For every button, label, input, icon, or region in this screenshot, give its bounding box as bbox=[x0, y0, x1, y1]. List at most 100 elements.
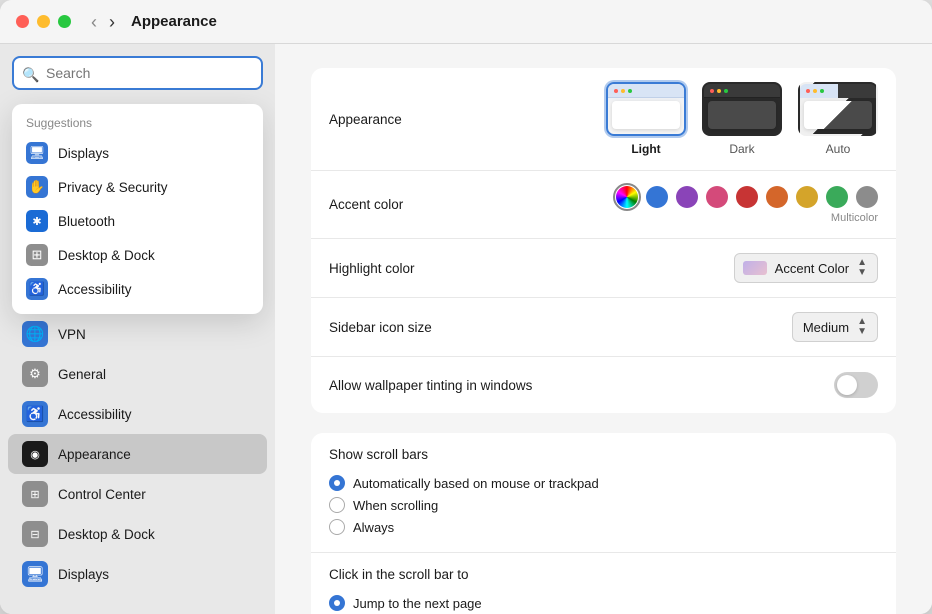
suggestion-label-desktop: Desktop & Dock bbox=[58, 248, 155, 263]
appearance-option-dark[interactable]: Dark bbox=[702, 82, 782, 156]
appearance-thumb-light bbox=[606, 82, 686, 136]
accent-yellow[interactable] bbox=[796, 186, 818, 208]
color-row bbox=[616, 186, 878, 208]
appearance-thumb-dark bbox=[702, 82, 782, 136]
minimize-button[interactable] bbox=[37, 15, 50, 28]
appearance-label-light: Light bbox=[631, 142, 660, 156]
show-scroll-bars-group: Show scroll bars Automatically based on … bbox=[311, 433, 896, 553]
sidebar-icon-size-control: Medium ▲ ▼ bbox=[529, 312, 878, 342]
sidebar-item-control-center[interactable]: ⊞ Control Center bbox=[8, 474, 267, 514]
radio-scrolling-circle bbox=[329, 497, 345, 513]
control-center-icon: ⊞ bbox=[22, 481, 48, 507]
appearance-icon: ◉ bbox=[22, 441, 48, 467]
radio-always[interactable]: Always bbox=[329, 516, 878, 538]
accent-orange[interactable] bbox=[766, 186, 788, 208]
sidebar-size-stepper-icon: ▲ ▼ bbox=[857, 317, 867, 337]
sidebar-icon-size-row: Sidebar icon size Medium ▲ ▼ bbox=[311, 298, 896, 357]
suggestion-item-accessibility[interactable]: ♿ Accessibility bbox=[12, 272, 263, 306]
highlight-stepper-icon: ▲ ▼ bbox=[857, 258, 867, 278]
page-title: Appearance bbox=[131, 13, 217, 30]
appearance-option-auto[interactable]: Auto bbox=[798, 82, 878, 156]
scroll-section: Show scroll bars Automatically based on … bbox=[311, 433, 896, 614]
sidebar-item-appearance[interactable]: ◉ Appearance bbox=[8, 434, 267, 474]
sidebar-item-label-displays: Displays bbox=[58, 567, 109, 582]
maximize-button[interactable] bbox=[58, 15, 71, 28]
sidebar-item-vpn[interactable]: 🌐 VPN bbox=[8, 314, 267, 354]
sidebar-item-label-appearance: Appearance bbox=[58, 447, 131, 462]
close-button[interactable] bbox=[16, 15, 29, 28]
radio-scrolling[interactable]: When scrolling bbox=[329, 494, 878, 516]
sidebar-item-desktop-dock[interactable]: ⊟ Desktop & Dock bbox=[8, 514, 267, 554]
suggestion-label-displays: Displays bbox=[58, 146, 109, 161]
suggestion-label-bluetooth: Bluetooth bbox=[58, 214, 115, 229]
accent-colors: Multicolor bbox=[616, 186, 878, 224]
accent-purple[interactable] bbox=[676, 186, 698, 208]
radio-auto-circle bbox=[329, 475, 345, 491]
highlight-color-picker[interactable]: Accent Color ▲ ▼ bbox=[734, 253, 878, 283]
appearance-option-light[interactable]: Light bbox=[606, 82, 686, 156]
radio-jump-page-circle bbox=[329, 595, 345, 611]
right-panel: Appearance bbox=[275, 44, 932, 614]
accent-red[interactable] bbox=[736, 186, 758, 208]
forward-button[interactable]: › bbox=[105, 11, 119, 33]
suggestion-item-displays[interactable]: 🖥 Displays bbox=[12, 136, 263, 170]
radio-auto[interactable]: Automatically based on mouse or trackpad bbox=[329, 472, 878, 494]
suggestion-icon-desktop: ⊞ bbox=[26, 244, 48, 266]
accent-graphite[interactable] bbox=[856, 186, 878, 208]
sidebar-item-label-control-center: Control Center bbox=[58, 487, 146, 502]
sidebar-item-general[interactable]: ⚙ General bbox=[8, 354, 267, 394]
accent-color-row: Accent color bbox=[311, 171, 896, 239]
appearance-thumb-auto bbox=[798, 82, 878, 136]
appearance-section: Appearance bbox=[311, 68, 896, 413]
suggestion-label-accessibility: Accessibility bbox=[58, 282, 132, 297]
sidebar-item-label-general: General bbox=[58, 367, 106, 382]
highlight-color-row: Highlight color Accent Color ▲ ▼ bbox=[311, 239, 896, 298]
suggestion-icon-displays: 🖥 bbox=[26, 142, 48, 164]
appearance-label-dark: Dark bbox=[729, 142, 754, 156]
accent-multicolor[interactable] bbox=[616, 186, 638, 208]
displays-icon: 🖥 bbox=[22, 561, 48, 587]
general-icon: ⚙ bbox=[22, 361, 48, 387]
titlebar: ‹ › Appearance bbox=[0, 0, 932, 44]
accent-green[interactable] bbox=[826, 186, 848, 208]
suggestion-item-bluetooth[interactable]: ✱ Bluetooth bbox=[12, 204, 263, 238]
desktop-dock-icon: ⊟ bbox=[22, 521, 48, 547]
suggestion-label-privacy: Privacy & Security bbox=[58, 180, 168, 195]
sidebar-item-label-vpn: VPN bbox=[58, 327, 86, 342]
nav-buttons: ‹ › bbox=[87, 11, 119, 33]
vpn-icon: 🌐 bbox=[22, 321, 48, 347]
appearance-options: Light bbox=[606, 82, 878, 156]
radio-auto-label: Automatically based on mouse or trackpad bbox=[353, 476, 599, 491]
radio-scrolling-label: When scrolling bbox=[353, 498, 438, 513]
main-window: ‹ › Appearance 🔍 Suggestions 🖥 Displays bbox=[0, 0, 932, 614]
sidebar-item-displays[interactable]: 🖥 Displays bbox=[8, 554, 267, 594]
click-scroll-group: Click in the scroll bar to Jump to the n… bbox=[311, 553, 896, 614]
show-scroll-bars-title: Show scroll bars bbox=[329, 447, 878, 462]
click-scroll-title: Click in the scroll bar to bbox=[329, 567, 878, 582]
back-button[interactable]: ‹ bbox=[87, 11, 101, 33]
suggestion-item-privacy[interactable]: ✋ Privacy & Security bbox=[12, 170, 263, 204]
suggestion-item-desktop[interactable]: ⊞ Desktop & Dock bbox=[12, 238, 263, 272]
wallpaper-tinting-toggle[interactable] bbox=[834, 372, 878, 398]
highlight-color-control: Accent Color ▲ ▼ bbox=[529, 253, 878, 283]
radio-always-circle bbox=[329, 519, 345, 535]
appearance-row-control: Light bbox=[529, 82, 878, 156]
sidebar-icon-size-picker[interactable]: Medium ▲ ▼ bbox=[792, 312, 878, 342]
radio-always-label: Always bbox=[353, 520, 394, 535]
suggestions-dropdown: Suggestions 🖥 Displays ✋ Privacy & Secur… bbox=[12, 104, 263, 314]
sidebar-icon-size-value: Medium bbox=[803, 320, 849, 335]
sidebar-item-accessibility[interactable]: ♿ Accessibility bbox=[8, 394, 267, 434]
sidebar: 🔍 Suggestions 🖥 Displays ✋ Privacy & Sec… bbox=[0, 44, 275, 614]
traffic-lights bbox=[16, 15, 71, 28]
search-input[interactable] bbox=[12, 56, 263, 90]
accent-blue[interactable] bbox=[646, 186, 668, 208]
appearance-row: Appearance bbox=[311, 68, 896, 171]
highlight-label: Accent Color bbox=[775, 261, 849, 276]
accent-pink[interactable] bbox=[706, 186, 728, 208]
sidebar-icon-size-label: Sidebar icon size bbox=[329, 320, 529, 335]
radio-jump-page[interactable]: Jump to the next page bbox=[329, 592, 878, 614]
wallpaper-tinting-label: Allow wallpaper tinting in windows bbox=[329, 378, 532, 393]
suggestions-label: Suggestions bbox=[12, 112, 263, 136]
highlight-color-label: Highlight color bbox=[329, 261, 529, 276]
appearance-label-auto: Auto bbox=[826, 142, 851, 156]
